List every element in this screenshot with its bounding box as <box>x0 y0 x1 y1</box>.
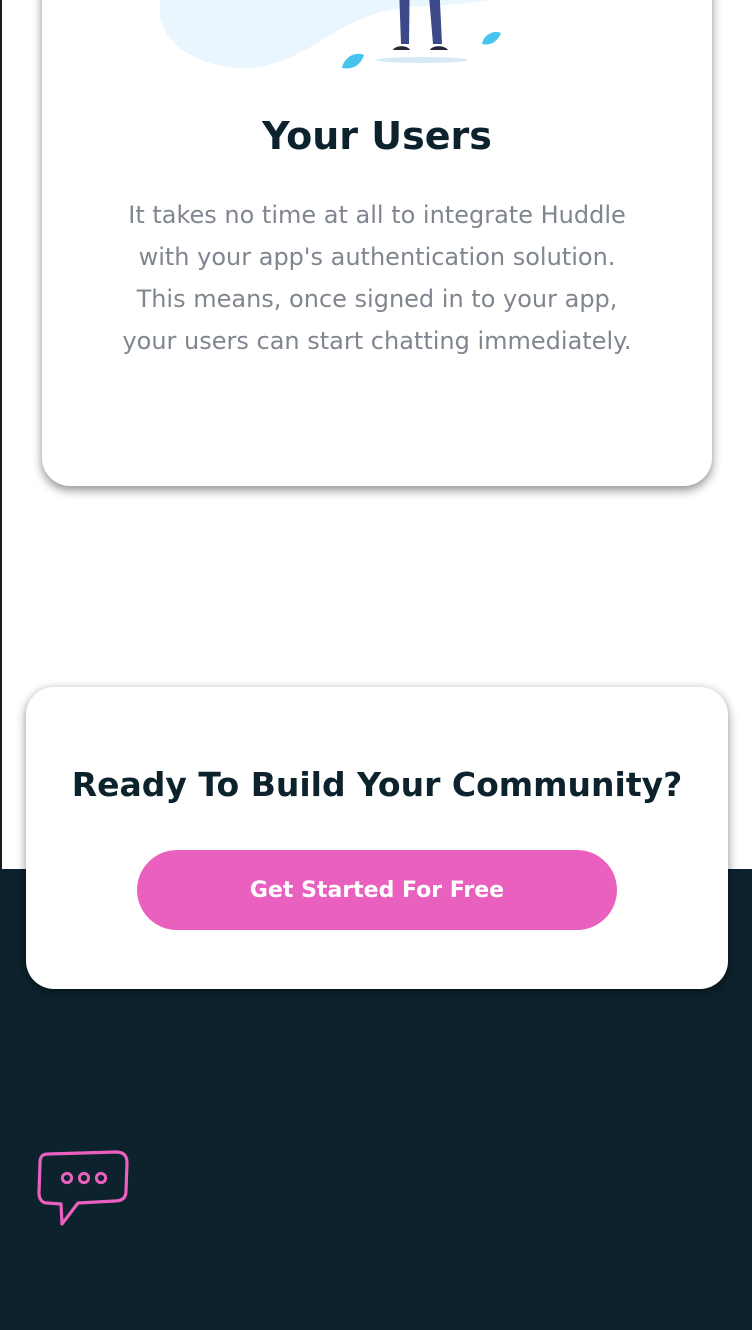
illustration-shadow <box>376 57 468 63</box>
chat-bubble-logo-icon[interactable] <box>36 1150 130 1228</box>
chat-bubble-outline <box>37 1150 129 1226</box>
illustration-leg-right <box>429 0 442 44</box>
feature-card-your-users: Your Users It takes no time at all to in… <box>42 0 712 486</box>
get-started-button[interactable]: Get Started For Free <box>137 850 617 930</box>
users-illustration <box>160 0 501 69</box>
leaf-right-icon <box>482 32 501 45</box>
feature-description: It takes no time at all to integrate Hud… <box>122 201 632 355</box>
leaf-left-icon <box>342 53 364 69</box>
illustration-shoe-right <box>430 46 448 50</box>
cta-title: Ready To Build Your Community? <box>71 765 683 804</box>
cta-card: Ready To Build Your Community? Get Start… <box>26 687 728 989</box>
illustration-shoe-left <box>393 46 410 50</box>
chat-dot-1 <box>60 1171 74 1185</box>
feature-title: Your Users <box>262 114 492 158</box>
page-left-edge <box>0 0 2 869</box>
illustration-leg-left <box>399 0 410 44</box>
illustration-blob <box>160 0 491 69</box>
chat-dot-3 <box>94 1171 108 1185</box>
chat-dot-2 <box>77 1171 91 1185</box>
